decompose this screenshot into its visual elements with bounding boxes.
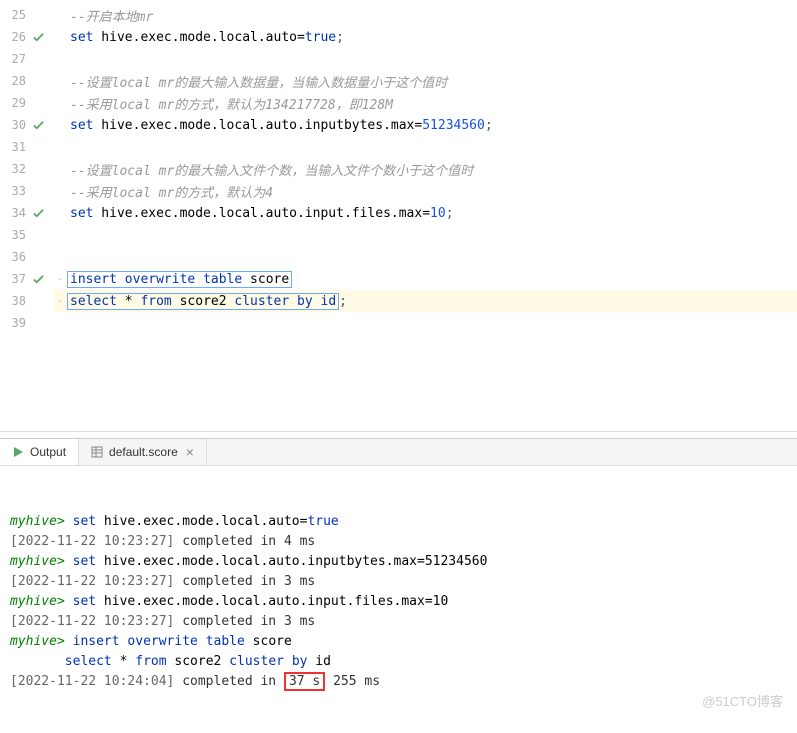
code-line[interactable]: --设置local mr的最大输入数据量，当输入数据量小于这个值时: [54, 70, 797, 92]
gutter-row: 35: [0, 224, 46, 246]
fold-icon[interactable]: -: [54, 274, 66, 285]
run-icon: [12, 446, 24, 458]
console-line: myhive> set hive.exec.mode.local.auto.in…: [10, 592, 787, 612]
code-line[interactable]: -insert overwrite table score: [54, 268, 797, 290]
console-line: [2022-11-22 10:23:27] completed in 3 ms: [10, 612, 787, 632]
console-prompt: myhive>: [10, 554, 65, 569]
run-marker-icon: [30, 120, 46, 131]
timestamp: [2022-11-22 10:24:04]: [10, 674, 174, 689]
selection-box: insert overwrite table score: [67, 271, 292, 288]
editor-gutter: 25 26 27 28 29 30 31 32 33 34 35 36 37 38 39: [0, 0, 46, 431]
line-number: 39: [0, 316, 30, 330]
line-number: 34: [0, 206, 30, 220]
gutter-row: 36: [0, 246, 46, 268]
console-line: [2022-11-22 10:23:27] completed in 4 ms: [10, 532, 787, 552]
code-line[interactable]: [54, 136, 797, 158]
gutter-row: 32: [0, 158, 46, 180]
gutter-row: 30: [0, 114, 46, 136]
output-tabs: Output default.score ×: [0, 438, 797, 466]
console-prompt: myhive>: [10, 514, 65, 529]
tab-table[interactable]: default.score ×: [79, 439, 207, 465]
console-prompt: myhive>: [10, 594, 65, 609]
code-line[interactable]: --开启本地mr: [54, 4, 797, 26]
run-marker-icon: [30, 274, 46, 285]
run-marker-icon: [30, 208, 46, 219]
code-line[interactable]: --采用local mr的方式，默认为134217728，即128M: [54, 92, 797, 114]
console-line: myhive> insert overwrite table score: [10, 632, 787, 652]
line-number: 28: [0, 74, 30, 88]
gutter-row: 31: [0, 136, 46, 158]
timestamp: [2022-11-22 10:23:27]: [10, 534, 174, 549]
console-line: myhive> set hive.exec.mode.local.auto.in…: [10, 552, 787, 572]
gutter-row: 37: [0, 268, 46, 290]
fold-icon[interactable]: -: [54, 296, 66, 307]
code-editor[interactable]: 252627282930313233343536373839 --开启本地mrs…: [0, 0, 797, 432]
line-number: 38: [0, 294, 30, 308]
code-line[interactable]: set hive.exec.mode.local.auto.input.file…: [54, 202, 797, 224]
console-line: [2022-11-22 10:23:27] completed in 3 ms: [10, 572, 787, 592]
line-number: 33: [0, 184, 30, 198]
gutter-row: 27: [0, 48, 46, 70]
watermark: @51CTO博客: [702, 692, 783, 712]
code-line[interactable]: -select * from score2 cluster by id;: [54, 290, 797, 312]
gutter-row: 25: [0, 4, 46, 26]
gutter-row: 29: [0, 92, 46, 114]
code-line[interactable]: --设置local mr的最大输入文件个数，当输入文件个数小于这个值时: [54, 158, 797, 180]
code-line[interactable]: set hive.exec.mode.local.auto.inputbytes…: [54, 114, 797, 136]
table-icon: [91, 446, 103, 458]
code-line[interactable]: --采用local mr的方式，默认为4: [54, 180, 797, 202]
tab-table-label: default.score: [109, 445, 178, 459]
line-number: 27: [0, 52, 30, 66]
console-line: select * from score2 cluster by id: [10, 652, 787, 672]
gutter-row: 39: [0, 312, 46, 334]
line-number: 32: [0, 162, 30, 176]
run-marker-icon: [30, 32, 46, 43]
gutter-row: 26: [0, 26, 46, 48]
line-number: 31: [0, 140, 30, 154]
editor-code-area[interactable]: --开启本地mrset hive.exec.mode.local.auto=tr…: [46, 0, 797, 431]
console-line: myhive> set hive.exec.mode.local.auto=tr…: [10, 512, 787, 532]
line-number: 30: [0, 118, 30, 132]
close-icon[interactable]: ×: [186, 445, 194, 459]
line-number: 25: [0, 8, 30, 22]
code-line[interactable]: set hive.exec.mode.local.auto=true;: [54, 26, 797, 48]
line-number: 26: [0, 30, 30, 44]
code-line[interactable]: [54, 246, 797, 268]
line-number: 29: [0, 96, 30, 110]
code-line[interactable]: [54, 224, 797, 246]
code-line[interactable]: [54, 48, 797, 70]
tab-output-label: Output: [30, 445, 66, 459]
console-output[interactable]: myhive> set hive.exec.mode.local.auto=tr…: [0, 466, 797, 718]
line-number: 36: [0, 250, 30, 264]
code-line[interactable]: [54, 312, 797, 334]
timestamp: [2022-11-22 10:23:27]: [10, 614, 174, 629]
timestamp: [2022-11-22 10:23:27]: [10, 574, 174, 589]
console-prompt: myhive>: [10, 634, 65, 649]
gutter-row: 28: [0, 70, 46, 92]
line-number: 35: [0, 228, 30, 242]
gutter-row: 34: [0, 202, 46, 224]
console-line: [2022-11-22 10:24:04] completed in 37 s …: [10, 672, 787, 692]
gutter-row: 33: [0, 180, 46, 202]
highlight-box: 37 s: [284, 672, 325, 691]
selection-box: select * from score2 cluster by id: [67, 293, 339, 310]
gutter-row: 38: [0, 290, 46, 312]
tab-output[interactable]: Output: [0, 439, 79, 465]
line-number: 37: [0, 272, 30, 286]
